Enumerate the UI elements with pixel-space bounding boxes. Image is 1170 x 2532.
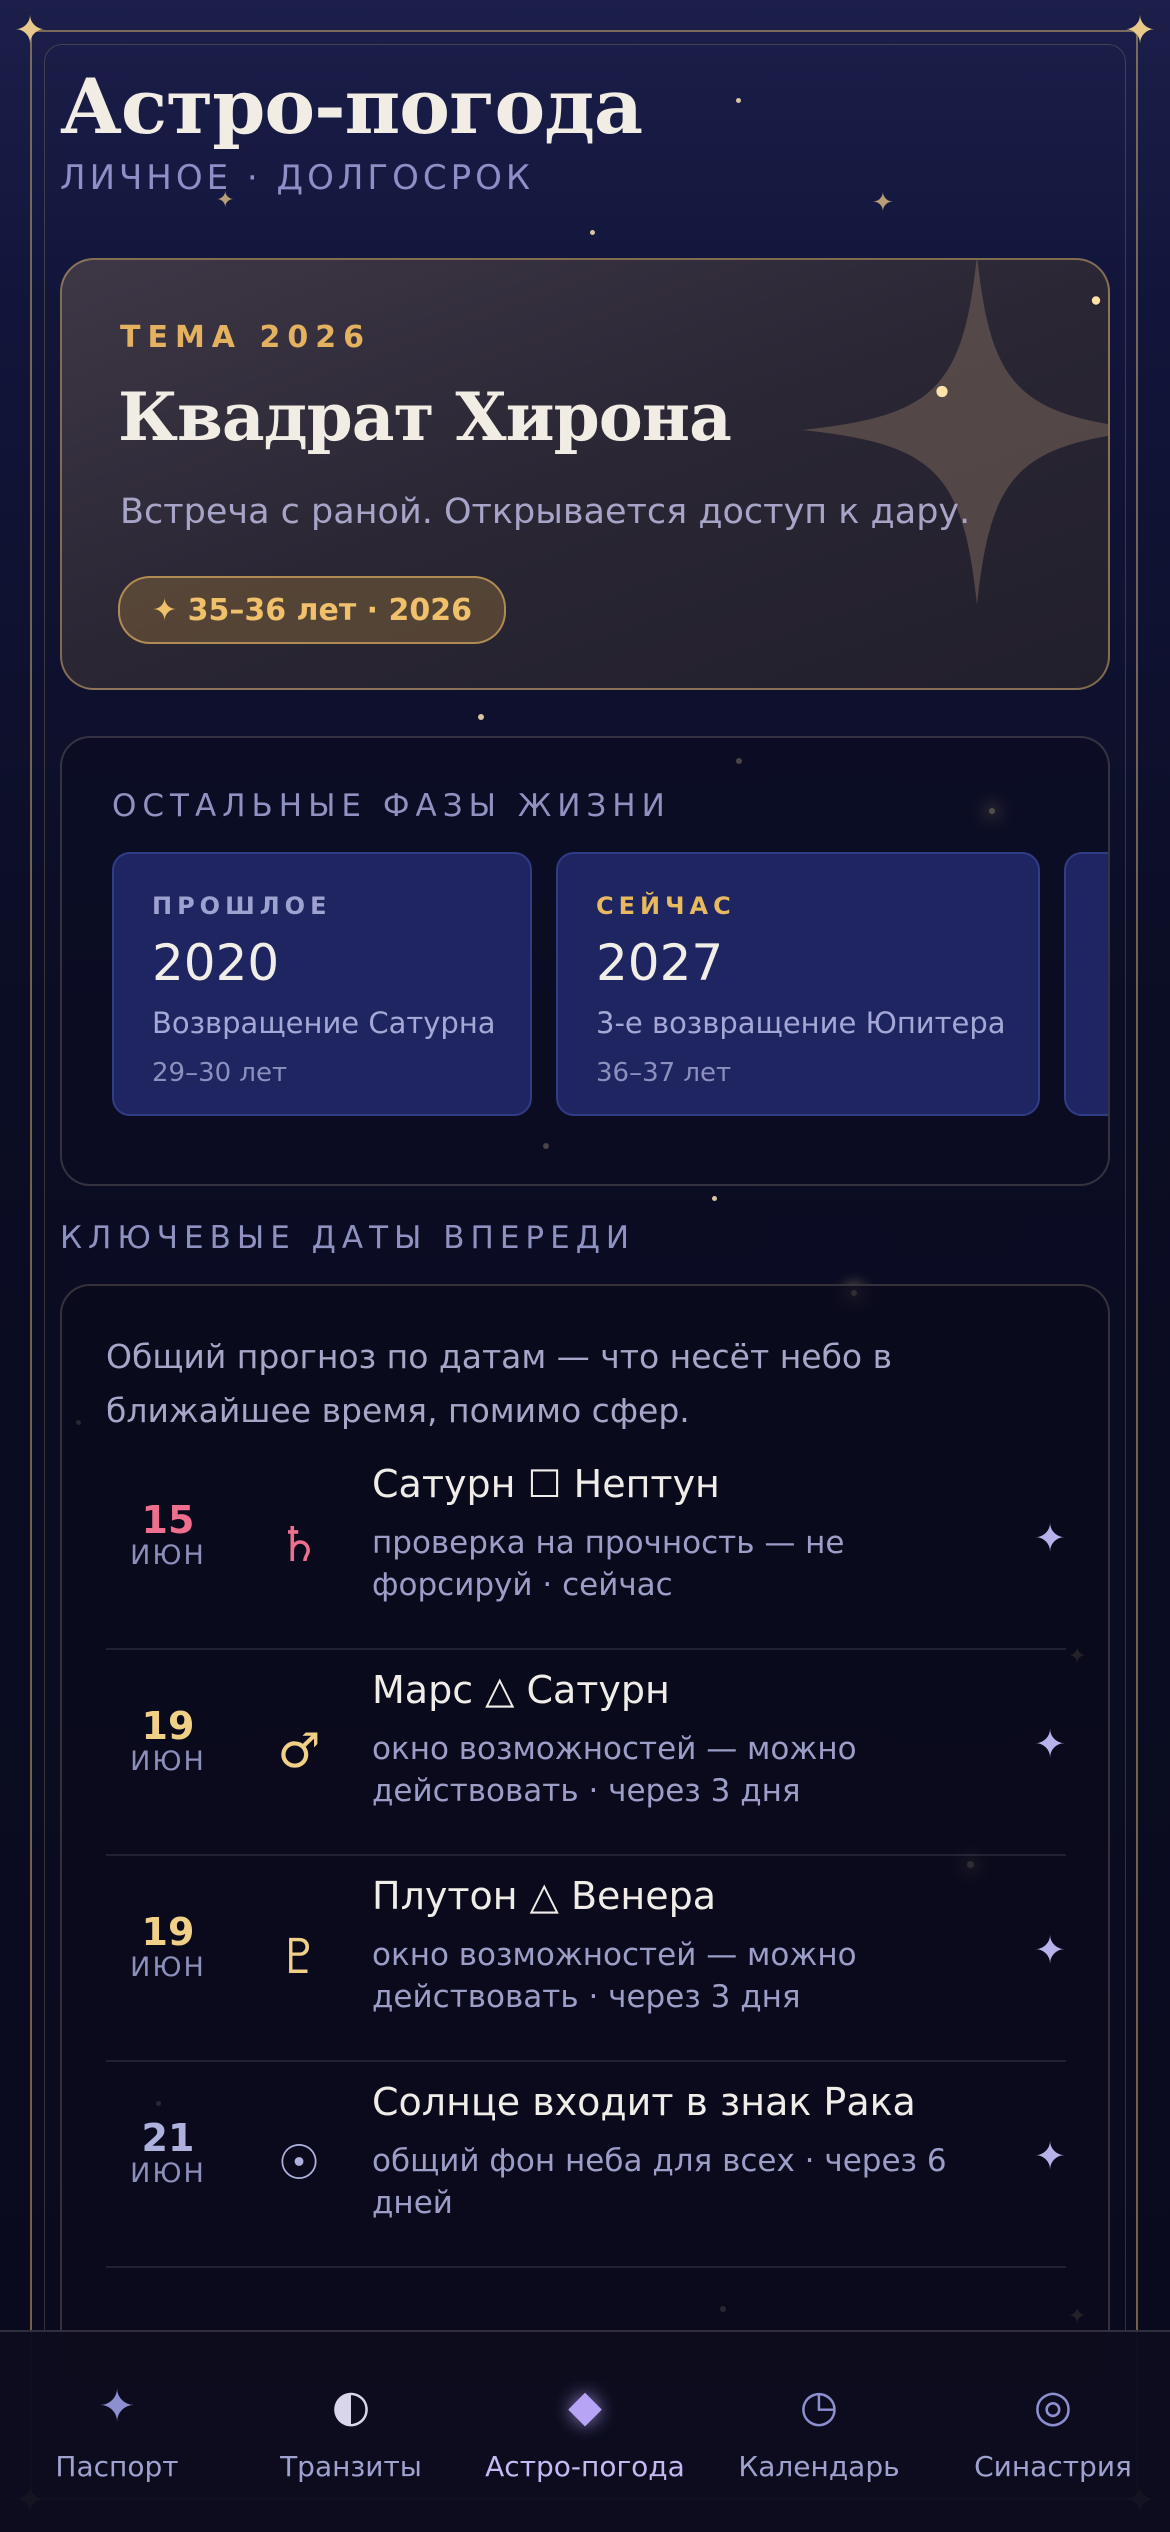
sparkle-icon[interactable]: ✦ (1034, 2134, 1066, 2178)
bottom-tab-bar: ✦ Паспорт ◐ Транзиты ◆ Астро-погода ◷ Ка… (0, 2330, 1170, 2532)
event-subtitle: проверка на прочность — не форсируй · се… (372, 1525, 845, 1603)
date-badge: 15 ИЮН (106, 1500, 230, 1571)
tab-label: Транзиты (280, 2450, 422, 2483)
event-subtitle: окно возможностей — можно действовать · … (372, 1731, 857, 1809)
tab-passport[interactable]: ✦ Паспорт (0, 2372, 234, 2483)
date-day: 15 (141, 1498, 195, 1542)
tab-astro-weather[interactable]: ◆ Астро-погода (468, 2372, 702, 2483)
tab-label: Календарь (738, 2450, 900, 2483)
phase-name: 3-е возвращение Юпитера (596, 1006, 1006, 1040)
page-title: Астро-погода (60, 62, 643, 151)
event-title: Марс △ Сатурн (372, 1668, 670, 1712)
event-title: Сатурн ☐ Нептун (372, 1462, 720, 1506)
phase-card-now[interactable]: СЕЙЧАС 2027 3-е возвращение Юпитера 36–3… (556, 852, 1040, 1116)
date-day: 21 (141, 2116, 195, 2160)
pluto-icon: ♇ (277, 1929, 321, 1985)
theme-age-badge: ✦ 35–36 лет · 2026 (118, 576, 507, 644)
page-subtitle: ЛИЧНОЕ · ДОЛГОСРОК (60, 158, 535, 198)
star-dot (478, 714, 484, 720)
half-moon-icon: ◐ (331, 2381, 371, 2432)
phases-section-label: ОСТАЛЬНЫЕ ФАЗЫ ЖИЗНИ (112, 788, 671, 824)
sun-icon: ☉ (277, 2135, 321, 2191)
phase-name: Возвращение Сатурна (152, 1006, 496, 1040)
key-dates-intro: Общий прогноз по датам — что несёт небо … (106, 1337, 893, 1430)
tab-label: Паспорт (55, 2450, 179, 2483)
phase-eyebrow: ПРОШЛОЕ (152, 892, 332, 920)
theme-description: Встреча с раной. Открывается доступ к да… (120, 492, 971, 532)
theme-title: Квадрат Хирона (118, 378, 732, 456)
star-dot (712, 1196, 717, 1201)
date-row[interactable]: 19 ИЮН ♂ Марс △ Сатурн окно возможностей… (106, 1650, 1066, 1856)
tab-calendar[interactable]: ◷ Календарь (702, 2372, 936, 2483)
event-subtitle: окно возможностей — можно действовать · … (372, 1937, 857, 2015)
tab-label: Синастрия (974, 2450, 1132, 2483)
date-month: ИЮН (130, 1746, 206, 1777)
date-row[interactable]: 15 ИЮН ♄ Сатурн ☐ Нептун проверка на про… (106, 1444, 1066, 1650)
phase-card-next-peek[interactable] (1064, 852, 1108, 1116)
date-row[interactable]: 19 ИЮН ♇ Плутон △ Венера окно возможност… (106, 1856, 1066, 2062)
sparkle-icon[interactable]: ✦ (1034, 1516, 1066, 1560)
date-badge: 19 ИЮН (106, 1912, 230, 1983)
phase-card-past[interactable]: ПРОШЛОЕ 2020 Возвращение Сатурна 29–30 л… (112, 852, 532, 1116)
phase-age: 29–30 лет (152, 1058, 288, 1088)
star-dot (590, 230, 595, 235)
date-day: 19 (141, 1910, 195, 1954)
life-phases-card: ОСТАЛЬНЫЕ ФАЗЫ ЖИЗНИ ПРОШЛОЕ 2020 Возвра… (60, 736, 1110, 1186)
event-subtitle: общий фон неба для всех · через 6 дней (372, 2143, 947, 2221)
clock-icon: ◷ (799, 2381, 839, 2432)
date-month: ИЮН (130, 2158, 206, 2189)
big-star-icon (802, 260, 1108, 605)
theme-eyebrow: ТЕМА 2026 (120, 320, 371, 355)
phase-age: 36–37 лет (596, 1058, 732, 1088)
event-title: Солнце входит в знак Рака (372, 2080, 916, 2124)
corner-star-icon: ✦ (14, 8, 46, 52)
date-badge: 19 ИЮН (106, 1706, 230, 1777)
sparkle-icon[interactable]: ✦ (1034, 1928, 1066, 1972)
tab-label: Астро-погода (485, 2450, 685, 2483)
corner-star-icon: ✦ (1124, 8, 1156, 52)
tab-transits[interactable]: ◐ Транзиты (234, 2372, 468, 2483)
date-badge: 21 ИЮН (106, 2118, 230, 2189)
phase-year: 2020 (152, 934, 280, 992)
star-dot (736, 98, 741, 103)
date-month: ИЮН (130, 1540, 206, 1571)
saturn-icon: ♄ (277, 1517, 321, 1573)
sparkle-icon: ✦ (98, 2381, 136, 2432)
theme-card[interactable]: ТЕМА 2026 Квадрат Хирона Встреча с раной… (60, 258, 1110, 690)
phase-year: 2027 (596, 934, 724, 992)
phase-eyebrow: СЕЙЧАС (596, 892, 736, 920)
tab-synastry[interactable]: ◎ Синастрия (936, 2372, 1170, 2483)
sparkle-icon[interactable]: ✦ (1034, 1722, 1066, 1766)
date-row[interactable]: 21 ИЮН ☉ Солнце входит в знак Рака общий… (106, 2062, 1066, 2268)
key-dates-card: Общий прогноз по датам — что несёт небо … (60, 1284, 1110, 2384)
rings-icon: ◎ (1033, 2381, 1073, 2432)
event-title: Плутон △ Венера (372, 1874, 717, 1918)
diamond-icon: ◆ (568, 2381, 602, 2432)
mars-icon: ♂ (277, 1723, 321, 1779)
key-dates-section-label: КЛЮЧЕВЫЕ ДАТЫ ВПЕРЕДИ (60, 1220, 636, 1256)
sparkle-icon: ✦ (872, 188, 894, 218)
page-header: Астро-погода ЛИЧНОЕ · ДОЛГОСРОК (60, 62, 643, 198)
date-day: 19 (141, 1704, 195, 1748)
date-month: ИЮН (130, 1952, 206, 1983)
